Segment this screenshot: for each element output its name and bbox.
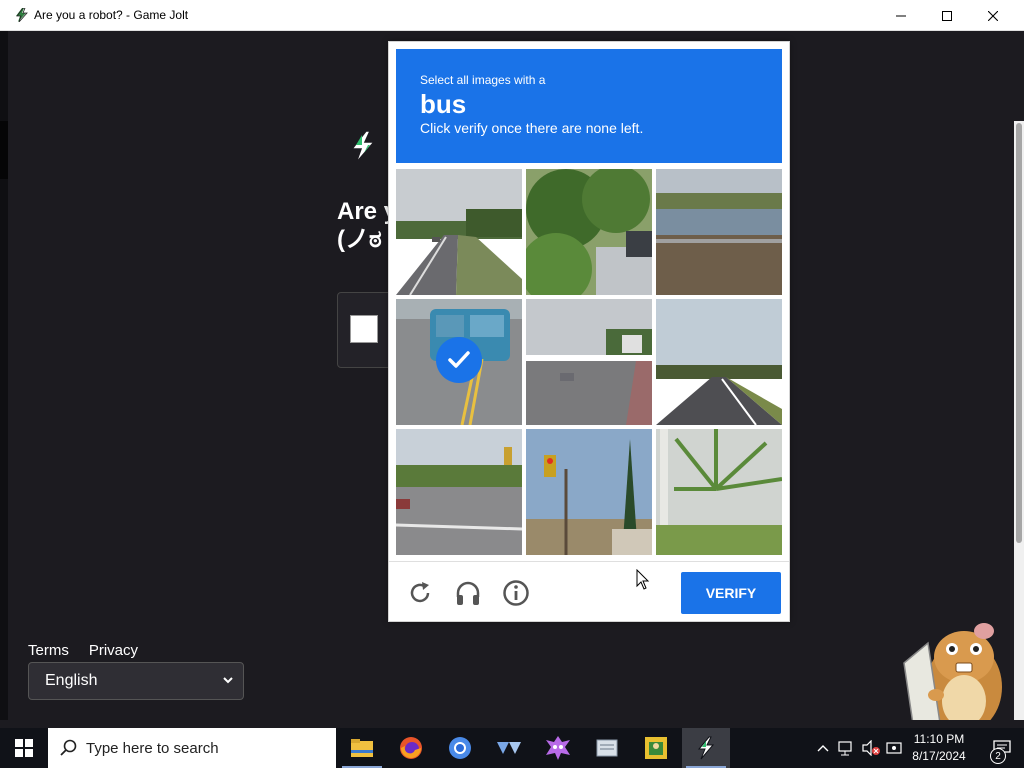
- minimize-button[interactable]: [878, 0, 924, 31]
- game-jolt-icon: [16, 8, 28, 22]
- captcha-tile-7[interactable]: [396, 429, 522, 555]
- palm-tree-image: [656, 429, 782, 555]
- footer-links: Terms Privacy: [28, 642, 138, 659]
- game-jolt-logo-icon: [350, 130, 376, 164]
- maximize-icon: [942, 10, 952, 21]
- tree-car-image: [526, 169, 652, 295]
- taskbar-game-skull[interactable]: [534, 728, 582, 768]
- notepad-icon: [596, 739, 618, 757]
- scrollbar-thumb[interactable]: [1016, 123, 1022, 543]
- captcha-tile-2[interactable]: [526, 169, 652, 295]
- chromium-icon: [449, 737, 471, 759]
- folder-icon: [351, 739, 373, 757]
- info-button[interactable]: [501, 578, 531, 608]
- privacy-link[interactable]: Privacy: [89, 642, 138, 659]
- taskbar-app-v[interactable]: [485, 728, 533, 768]
- window-titlebar: Are you a robot? - Game Jolt: [0, 0, 1024, 31]
- info-icon: [503, 580, 529, 606]
- tray-network-button[interactable]: [836, 728, 856, 768]
- app-v-icon: [497, 742, 521, 754]
- hamster-mascot-image: [903, 623, 1002, 720]
- captcha-tile-5[interactable]: [526, 299, 652, 425]
- game-jolt-taskbar-icon: [697, 736, 715, 760]
- device-icon: [886, 742, 902, 754]
- taskbar-clock[interactable]: 11:10 PM 8/17/2024: [906, 731, 972, 765]
- captcha-header: Select all images with a bus Click verif…: [396, 49, 782, 163]
- traffic-light-image: [526, 429, 652, 555]
- minimize-icon: [896, 15, 906, 16]
- captcha-sub-instruction: Click verify once there are none left.: [420, 120, 644, 136]
- game-app-icon: [645, 737, 667, 759]
- tray-overflow-button[interactable]: [814, 728, 832, 768]
- captcha-tile-1[interactable]: [396, 169, 522, 295]
- taskbar-notepad-app[interactable]: [583, 728, 631, 768]
- skull-game-icon: [546, 736, 570, 760]
- tray-volume-button[interactable]: [860, 728, 882, 768]
- firefox-icon: [400, 737, 422, 759]
- captcha-tile-6[interactable]: [656, 299, 782, 425]
- close-icon: [988, 10, 998, 21]
- network-icon: [838, 741, 852, 756]
- window-title: Are you a robot? - Game Jolt: [34, 8, 189, 22]
- volume-muted-icon: [862, 740, 880, 756]
- left-edge-dark: [0, 121, 8, 179]
- close-button[interactable]: [970, 0, 1016, 31]
- highway-image: [656, 299, 782, 425]
- robot-checkbox[interactable]: [350, 315, 378, 343]
- captcha-tile-3[interactable]: [656, 169, 782, 295]
- intersection-image: [396, 429, 522, 555]
- captcha-divider: [389, 561, 789, 562]
- terms-link[interactable]: Terms: [28, 642, 69, 659]
- captcha-tile-9[interactable]: [656, 429, 782, 555]
- headphones-icon: [456, 581, 480, 605]
- clock-date: 8/17/2024: [912, 749, 966, 763]
- language-selected: English: [45, 672, 98, 689]
- search-placeholder: Type here to search: [86, 739, 219, 757]
- captcha-tile-8[interactable]: [526, 429, 652, 555]
- captcha-target-word: bus: [420, 89, 467, 119]
- captcha-tile-4[interactable]: [396, 299, 522, 425]
- taskbar-file-explorer[interactable]: [338, 728, 386, 768]
- taskbar-game-jolt[interactable]: [682, 728, 730, 768]
- audio-challenge-button[interactable]: [453, 578, 483, 608]
- start-button[interactable]: [0, 728, 48, 768]
- selected-check-icon: [436, 337, 482, 383]
- clock-time: 11:10 PM: [913, 732, 965, 746]
- search-icon: [60, 739, 77, 756]
- taskbar-game-app[interactable]: [632, 728, 680, 768]
- captcha-dialog: Select all images with a bus Click verif…: [388, 41, 790, 622]
- taskbar-firefox[interactable]: [387, 728, 435, 768]
- road-trees-image: [396, 169, 522, 295]
- page-scrollbar[interactable]: [1014, 121, 1024, 720]
- reload-button[interactable]: [405, 578, 435, 608]
- notification-count-badge: 2: [990, 748, 1006, 764]
- taskbar-chromium[interactable]: [436, 728, 484, 768]
- windows-logo-icon: [15, 739, 33, 757]
- captcha-instruction: Select all images with a: [420, 73, 546, 87]
- scrollbar-top-gap: [1014, 31, 1024, 121]
- chevron-down-icon: [223, 677, 233, 684]
- maximize-button[interactable]: [924, 0, 970, 31]
- chevron-up-icon: [817, 745, 829, 752]
- street-house-image: [526, 299, 652, 425]
- language-select[interactable]: English: [28, 662, 244, 700]
- mouse-cursor-icon: [636, 569, 650, 590]
- taskbar-search[interactable]: Type here to search: [48, 728, 336, 768]
- taskbar: Type here to search 11:10 PM 8/17/2024 2: [0, 728, 1024, 768]
- reload-icon: [410, 582, 430, 603]
- pond-street-image: [656, 169, 782, 295]
- tray-device-button[interactable]: [884, 728, 904, 768]
- verify-button[interactable]: VERIFY: [681, 572, 781, 614]
